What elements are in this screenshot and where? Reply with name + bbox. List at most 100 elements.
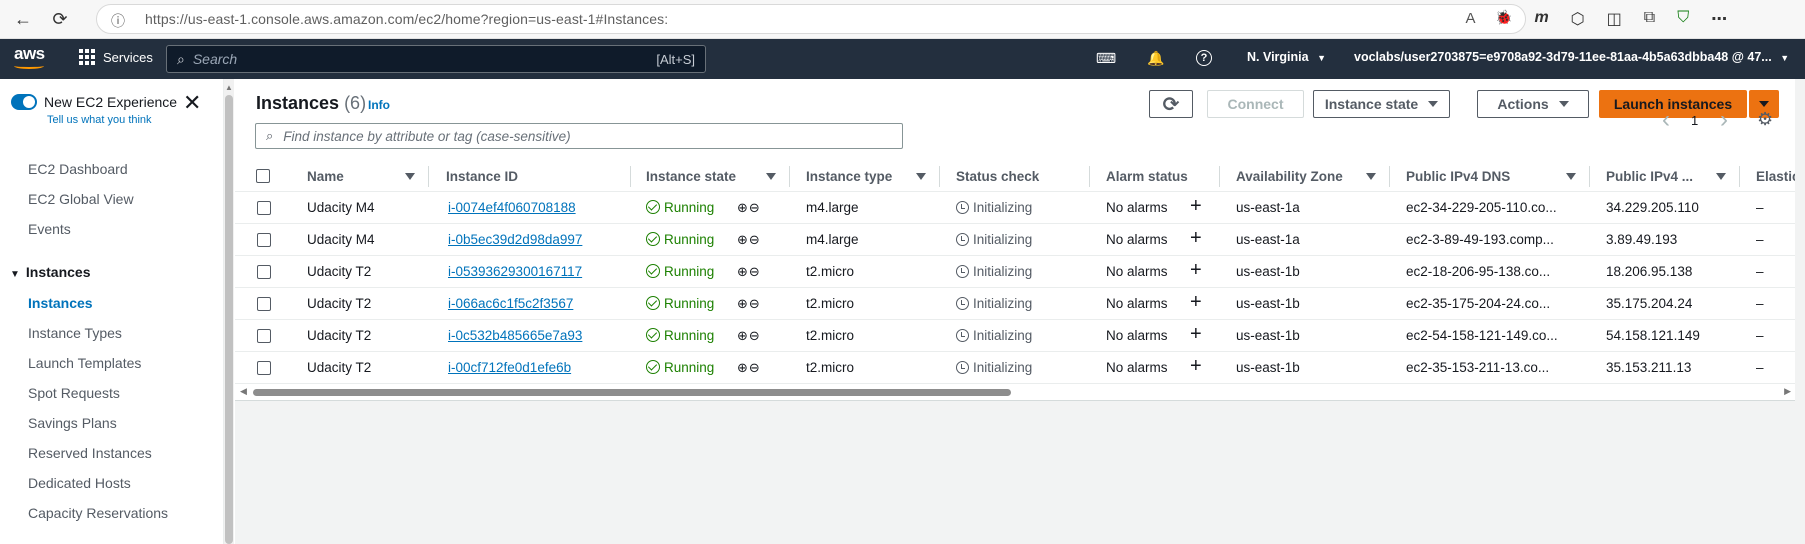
row-checkbox[interactable] [257,265,271,279]
sidebar-item-savings-plans[interactable]: Savings Plans [28,415,117,431]
cloudshell-icon[interactable]: ⌨ [1096,48,1116,68]
zoom-in-out-icon[interactable]: ⊕⊖ [737,296,761,312]
add-alarm-icon[interactable]: + [1190,323,1202,346]
sidebar-item-ec2-dashboard[interactable]: EC2 Dashboard [28,161,128,177]
sidebar-item-ec2-global-view[interactable]: EC2 Global View [28,191,134,207]
sidebar-scrollbar[interactable]: ▲ [224,79,234,544]
zoom-in-out-icon[interactable]: ⊕⊖ [737,360,761,376]
refresh-button[interactable]: ⟳ [1149,90,1193,118]
scroll-left-icon[interactable]: ◀ [240,386,247,397]
refresh-icon[interactable]: ⟳ [49,8,71,30]
column-header-instance-id[interactable]: Instance ID [446,169,518,184]
table-row[interactable]: Udacity T2 i-00cf712fe0d1efe6b Running ⊕… [235,352,1795,384]
next-page-icon[interactable]: › [1720,106,1728,134]
sort-icon[interactable] [405,173,415,180]
column-divider[interactable] [1739,166,1740,187]
extensions-icon[interactable]: ⬡ [1571,9,1585,29]
instance-state-button[interactable]: Instance state [1313,90,1450,118]
region-selector[interactable]: N. Virginia ▼ [1247,50,1326,64]
connect-button[interactable]: Connect [1207,90,1304,118]
column-divider[interactable] [939,166,940,187]
sort-icon[interactable] [1366,173,1376,180]
sort-icon[interactable] [1566,173,1576,180]
cell-instance-id-link[interactable]: i-0b5ec39d2d98da997 [448,232,582,247]
sidebar-item-capacity-reservations[interactable]: Capacity Reservations [28,505,168,521]
extension-m-icon[interactable]: m [1534,9,1548,29]
cell-instance-id-link[interactable]: i-00cf712fe0d1efe6b [448,360,571,375]
column-divider[interactable] [428,166,429,187]
column-divider[interactable] [1389,166,1390,187]
back-icon[interactable]: ← [12,8,34,30]
sidebar-item-reserved-instances[interactable]: Reserved Instances [28,445,152,461]
zoom-in-out-icon[interactable]: ⊕⊖ [737,200,761,216]
cell-instance-id-link[interactable]: i-066ac6c1f5c2f3567 [448,296,573,311]
row-checkbox[interactable] [257,329,271,343]
services-menu[interactable]: Services [79,49,153,65]
row-checkbox[interactable] [257,297,271,311]
account-menu[interactable]: voclabs/user2703875=e9708a92-3d79-11ee-8… [1354,50,1789,64]
table-horizontal-scrollbar[interactable]: ◀ ▶ [235,385,1795,399]
sidebar-item-instances[interactable]: Instances [28,295,93,311]
read-aloud-icon[interactable]: A [1466,10,1476,28]
close-sidebar-icon[interactable]: ✕ [183,90,201,116]
actions-button[interactable]: Actions [1477,90,1589,118]
split-screen-icon[interactable]: ◫ [1607,9,1622,29]
help-icon[interactable]: ? [1196,50,1212,66]
select-all-checkbox[interactable] [256,169,270,183]
table-row[interactable]: Udacity M4 i-0074ef4f060708188 Running ⊕… [235,192,1795,224]
address-bar[interactable]: ⓘ https://us-east-1.console.aws.amazon.c… [96,4,1526,34]
add-alarm-icon[interactable]: + [1190,259,1202,282]
sidebar-item-spot-requests[interactable]: Spot Requests [28,385,120,401]
cell-instance-id-link[interactable]: i-05393629300167117 [448,264,582,279]
table-row[interactable]: Udacity T2 i-066ac6c1f5c2f3567 Running ⊕… [235,288,1795,320]
column-header-instance-state[interactable]: Instance state [646,169,736,184]
scroll-up-icon[interactable]: ▲ [225,83,233,92]
column-header-elastic[interactable]: Elastic [1756,169,1795,184]
feedback-link[interactable]: Tell us what you think [47,114,152,126]
column-header-status-check[interactable]: Status check [956,169,1039,184]
column-divider[interactable] [1089,166,1090,187]
column-header-instance-type[interactable]: Instance type [806,169,892,184]
table-row[interactable]: Udacity T2 i-0c532b485665e7a93 Running ⊕… [235,320,1795,352]
notifications-bell-icon[interactable]: 🔔 [1146,48,1166,68]
zoom-in-out-icon[interactable]: ⊕⊖ [737,232,761,248]
column-header-name[interactable]: Name [307,169,344,184]
table-row[interactable]: Udacity T2 i-05393629300167117 Running ⊕… [235,256,1795,288]
cell-instance-id-link[interactable]: i-0c532b485665e7a93 [448,328,582,343]
more-menu-icon[interactable]: ⋯ [1711,9,1727,29]
column-divider[interactable] [789,166,790,187]
zoom-in-out-icon[interactable]: ⊕⊖ [737,328,761,344]
add-alarm-icon[interactable]: + [1190,355,1202,378]
sidebar-scroll-thumb[interactable] [225,95,233,544]
sidebar-item-instance-types[interactable]: Instance Types [28,325,122,341]
table-scroll-thumb[interactable] [253,389,1011,396]
browser-essentials-icon[interactable]: ⛉ [1677,9,1689,29]
page-number[interactable]: 1 [1691,113,1698,128]
sidebar-item-launch-templates[interactable]: Launch Templates [28,355,141,371]
row-checkbox[interactable] [257,233,271,247]
column-divider[interactable] [1589,166,1590,187]
site-info-icon[interactable]: ⓘ [111,11,125,31]
row-checkbox[interactable] [257,201,271,215]
sidebar-item-dedicated-hosts[interactable]: Dedicated Hosts [28,475,131,491]
column-divider[interactable] [1219,166,1220,187]
column-header-availability-zone[interactable]: Availability Zone [1236,169,1343,184]
sidebar-section-instances[interactable]: ▼ Instances [10,264,91,280]
cell-instance-id-link[interactable]: i-0074ef4f060708188 [448,200,576,215]
console-search-input[interactable]: ⌕ Search [Alt+S] [166,45,706,73]
table-settings-icon[interactable]: ⚙ [1757,109,1773,130]
sort-icon[interactable] [1716,173,1726,180]
add-alarm-icon[interactable]: + [1190,227,1202,250]
column-header-public-ipv4[interactable]: Public IPv4 ... [1606,169,1693,184]
table-row[interactable]: Udacity M4 i-0b5ec39d2d98da997 Running ⊕… [235,224,1795,256]
add-alarm-icon[interactable]: + [1190,291,1202,314]
prev-page-icon[interactable]: ‹ [1662,106,1670,134]
column-header-alarm-status[interactable]: Alarm status [1106,169,1188,184]
column-divider[interactable] [630,166,631,187]
sidebar-item-events[interactable]: Events [28,221,71,237]
row-checkbox[interactable] [257,361,271,375]
collections-icon[interactable]: ⧉ [1644,9,1655,29]
url-text[interactable]: https://us-east-1.console.aws.amazon.com… [145,11,668,27]
aws-logo[interactable]: aws [14,44,46,74]
instance-filter-input[interactable]: ⌕ Find instance by attribute or tag (cas… [255,123,903,149]
